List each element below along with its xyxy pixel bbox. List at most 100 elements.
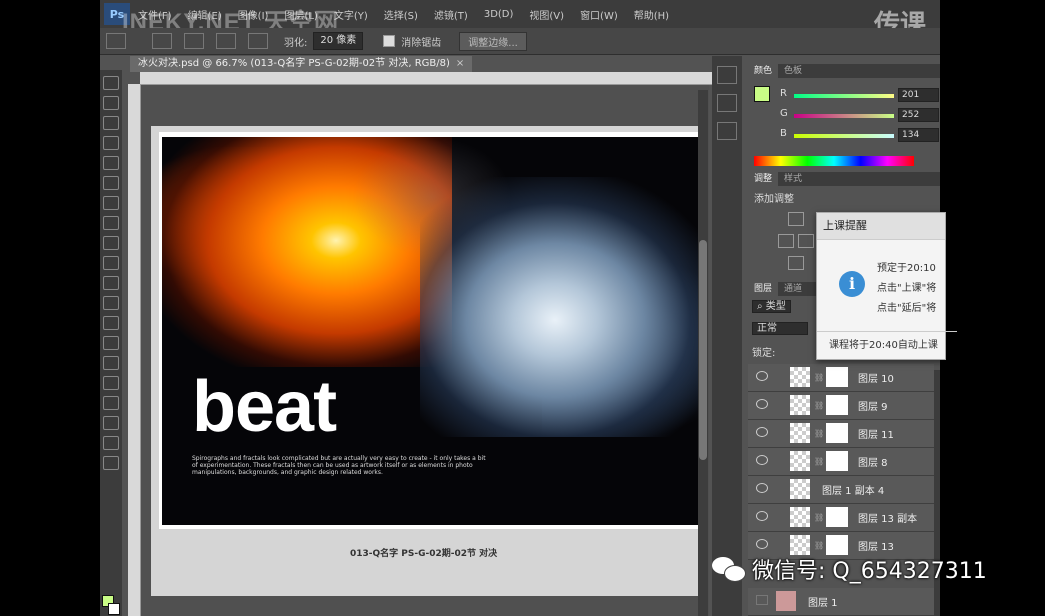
antialias-checkbox[interactable] [383, 35, 396, 47]
visibility-eye-icon[interactable] [756, 511, 768, 521]
tab-color[interactable]: 颜色 [748, 64, 779, 78]
quick-select-icon[interactable] [103, 136, 119, 150]
menu-help[interactable]: 帮助(H) [626, 7, 677, 22]
history-brush-icon[interactable] [103, 256, 119, 270]
visibility-eye-icon[interactable] [756, 427, 768, 437]
eyedropper-icon[interactable] [103, 176, 119, 190]
link-icon: ⛓ [814, 401, 825, 410]
visibility-eye-icon[interactable] [756, 399, 768, 409]
gradient-tool-icon[interactable] [103, 296, 119, 310]
brush-tool-icon[interactable] [103, 216, 119, 230]
blue-slider-row: B 134 [780, 128, 939, 144]
history-panel-icon[interactable] [717, 66, 737, 84]
layer-mask-thumbnail[interactable] [826, 423, 848, 443]
selection-mode-icon[interactable] [152, 33, 172, 49]
color-spectrum-bar[interactable] [754, 156, 914, 166]
canvas-scrollbar-thumb[interactable] [699, 240, 707, 460]
popup-scheduled-text: 预定于20:10 [877, 263, 936, 274]
layer-thumbnail [790, 479, 810, 499]
balance-icon[interactable] [798, 234, 814, 248]
lock-label: 锁定: [752, 348, 776, 359]
menu-select[interactable]: 选择(S) [376, 7, 426, 22]
visibility-eye-icon[interactable] [756, 595, 768, 605]
layer-mask-thumbnail[interactable] [826, 507, 848, 527]
layer-row[interactable]: ⛓ 图层 13 副本 [748, 504, 934, 532]
info-icon: i [839, 271, 865, 297]
move-tool-icon[interactable] [103, 76, 119, 90]
lasso-tool-icon[interactable] [106, 33, 126, 49]
document-tab[interactable]: 冰火对决.psd @ 66.7% (013-Q名字 PS-G-02期-02节 对… [130, 56, 473, 72]
menu-edit[interactable]: 编辑(E) [180, 7, 230, 22]
tab-styles[interactable]: 样式 [778, 172, 808, 186]
tab-adjustments[interactable]: 调整 [748, 172, 779, 186]
menu-type[interactable]: 文字(Y) [326, 7, 376, 22]
layer-row[interactable]: 图层 1 [748, 588, 934, 616]
menu-window[interactable]: 窗口(W) [572, 7, 626, 22]
menu-layer[interactable]: 图层(L) [276, 7, 325, 22]
visibility-eye-icon[interactable] [756, 371, 768, 381]
refine-edge-button[interactable]: 调整边缘... [459, 31, 527, 51]
menu-file[interactable]: 文件(F) [130, 7, 180, 22]
tab-channels[interactable]: 通道 [778, 282, 808, 296]
link-icon: ⛓ [814, 457, 825, 466]
blue-value-input[interactable]: 134 [898, 128, 939, 142]
photo-filter-icon[interactable] [788, 256, 804, 270]
eraser-icon[interactable] [103, 276, 119, 290]
lock-row: 锁定: [752, 344, 775, 360]
blue-slider[interactable] [794, 134, 894, 138]
artwork[interactable]: beat Spirographs and fractals look compl… [162, 137, 700, 525]
selection-subtract-icon[interactable] [216, 33, 236, 49]
canvas-scrollbar[interactable] [698, 90, 708, 616]
tab-layers[interactable]: 图层 [748, 282, 779, 296]
selection-intersect-icon[interactable] [248, 33, 268, 49]
visibility-eye-icon[interactable] [756, 455, 768, 465]
layer-mask-thumbnail[interactable] [826, 451, 848, 471]
menu-3d[interactable]: 3D(D) [476, 9, 522, 20]
properties-panel-icon[interactable] [717, 94, 737, 112]
clone-stamp-icon[interactable] [103, 236, 119, 250]
hand-tool-icon[interactable] [103, 436, 119, 450]
type-tool-icon[interactable] [103, 376, 119, 390]
layer-thumbnail [790, 423, 810, 443]
shape-tool-icon[interactable] [103, 416, 119, 430]
levels-icon[interactable] [778, 234, 794, 248]
layer-mask-thumbnail[interactable] [826, 395, 848, 415]
marquee-tool-icon[interactable] [103, 96, 119, 110]
menu-image[interactable]: 图像(I) [230, 7, 277, 22]
visibility-eye-icon[interactable] [756, 483, 768, 493]
feather-input[interactable]: 20 像素 [313, 32, 364, 50]
green-value-input[interactable]: 252 [898, 108, 939, 122]
brightness-icon[interactable] [788, 212, 804, 226]
healing-brush-icon[interactable] [103, 196, 119, 210]
close-tab-icon[interactable]: × [456, 58, 464, 69]
layer-row[interactable]: 图层 1 副本 4 [748, 476, 934, 504]
red-value-input[interactable]: 201 [898, 88, 939, 102]
layer-row[interactable]: ⛓ 图层 11 [748, 420, 934, 448]
red-slider[interactable] [794, 94, 894, 98]
menu-filter[interactable]: 滤镜(T) [426, 7, 476, 22]
layer-mask-thumbnail[interactable] [826, 367, 848, 387]
dodge-tool-icon[interactable] [103, 336, 119, 350]
blend-mode-select[interactable]: 正常 [752, 322, 808, 335]
path-select-icon[interactable] [103, 396, 119, 410]
layer-name: 图层 10 [858, 374, 894, 385]
visibility-eye-icon[interactable] [756, 539, 768, 549]
selection-add-icon[interactable] [184, 33, 204, 49]
layer-row[interactable]: ⛓ 图层 10 [748, 364, 934, 392]
layer-name: 图层 9 [858, 402, 888, 413]
zoom-tool-icon[interactable] [103, 456, 119, 470]
layer-kind-filter[interactable]: ⌕ 类型 [752, 300, 791, 313]
green-slider[interactable] [794, 114, 894, 118]
info-panel-icon[interactable] [717, 122, 737, 140]
blur-tool-icon[interactable] [103, 316, 119, 330]
crop-tool-icon[interactable] [103, 156, 119, 170]
lasso-icon[interactable] [103, 116, 119, 130]
pen-tool-icon[interactable] [103, 356, 119, 370]
layer-row[interactable]: ⛓ 图层 8 [748, 448, 934, 476]
layer-row[interactable]: ⛓ 图层 9 [748, 392, 934, 420]
tab-swatches[interactable]: 色板 [778, 64, 808, 78]
search-icon: ⌕ [757, 301, 766, 312]
color-foreground-swatch[interactable] [754, 86, 770, 102]
background-color-swatch[interactable] [108, 603, 120, 615]
menu-view[interactable]: 视图(V) [521, 7, 572, 22]
